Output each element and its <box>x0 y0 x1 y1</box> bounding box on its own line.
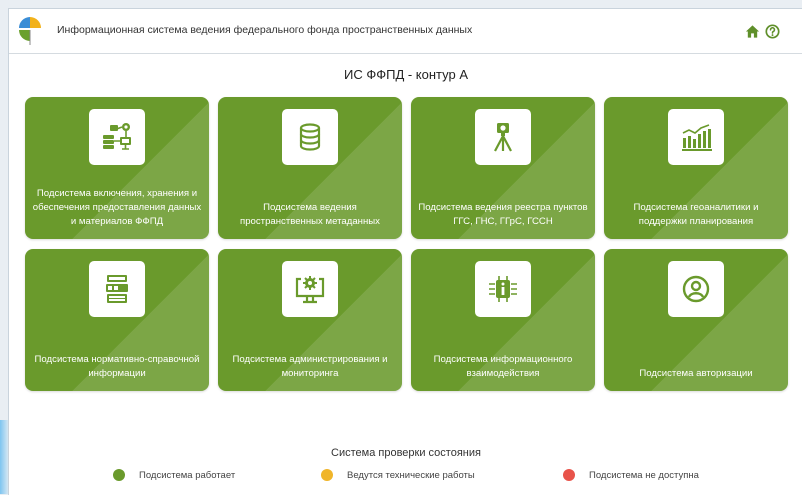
monitor-settings-icon <box>295 276 325 304</box>
tile-data-storage[interactable]: Подсистема включения, хранения и обеспеч… <box>25 97 209 239</box>
tile-label: Подсистема ведения реестра пунктов ГГС, … <box>418 202 588 227</box>
status-dot-yellow <box>321 469 333 481</box>
tile-geoanalytics[interactable]: Подсистема геоаналитики и поддержки план… <box>604 97 788 239</box>
tile-reference-info[interactable]: Подсистема нормативно-справочной информа… <box>25 249 209 391</box>
tile-icon-box <box>282 109 338 165</box>
tile-label: Подсистема нормативно-справочной информа… <box>34 354 200 379</box>
tile-administration[interactable]: Подсистема администрирования и мониторин… <box>218 249 402 391</box>
status-dot-green <box>113 469 125 481</box>
help-icon[interactable] <box>765 24 780 39</box>
header: Информационная система ведения федеральн… <box>9 9 802 54</box>
tile-label: Подсистема геоаналитики и поддержки план… <box>633 202 759 227</box>
status-section-title: Система проверки состояния <box>331 447 481 459</box>
tile-icon-box <box>89 261 145 317</box>
tile-metadata[interactable]: Подсистема ведения пространственных мета… <box>218 97 402 239</box>
legend-label: Подсистема работает <box>139 469 236 481</box>
tile-label: Подсистема ведения пространственных мета… <box>240 202 380 227</box>
legend-label: Подсистема не доступна <box>589 469 699 481</box>
legend-item-unavailable: Подсистема не доступна <box>563 469 699 481</box>
tile-icon-box <box>475 261 531 317</box>
legend-label: Ведутся технические работы <box>347 469 475 481</box>
app-window: Информационная система ведения федеральн… <box>8 8 802 495</box>
database-icon <box>299 123 321 151</box>
tile-icon-box <box>475 109 531 165</box>
legend-item-working: Подсистема работает <box>113 469 235 481</box>
tile-icon-box <box>668 261 724 317</box>
tile-label: Подсистема информационного взаимодействи… <box>433 354 573 379</box>
home-icon[interactable] <box>745 24 760 39</box>
server-network-icon <box>103 123 131 150</box>
tile-geodetic-registry[interactable]: Подсистема ведения реестра пунктов ГГС, … <box>411 97 595 239</box>
tile-icon-box <box>89 109 145 165</box>
legend-item-maintenance: Ведутся технические работы <box>321 469 475 481</box>
user-circle-icon <box>682 275 710 303</box>
tile-label: Подсистема авторизации <box>639 368 753 379</box>
books-icon <box>106 275 128 303</box>
tile-authorization[interactable]: Подсистема авторизации <box>604 249 788 391</box>
logo <box>19 17 41 45</box>
status-dot-red <box>563 469 575 481</box>
info-exchange-icon <box>489 276 517 302</box>
survey-tripod-icon <box>494 123 512 152</box>
app-title: Информационная система ведения федеральн… <box>57 24 473 36</box>
bar-chart-icon <box>682 124 712 151</box>
tile-icon-box <box>282 261 338 317</box>
tile-icon-box <box>668 109 724 165</box>
tile-label: Подсистема включения, хранения и обеспеч… <box>32 188 202 227</box>
tile-info-exchange[interactable]: Подсистема информационного взаимодействи… <box>411 249 595 391</box>
page-title: ИС ФФПД - контур А <box>343 67 469 82</box>
tile-label: Подсистема администрирования и мониторин… <box>232 354 388 379</box>
